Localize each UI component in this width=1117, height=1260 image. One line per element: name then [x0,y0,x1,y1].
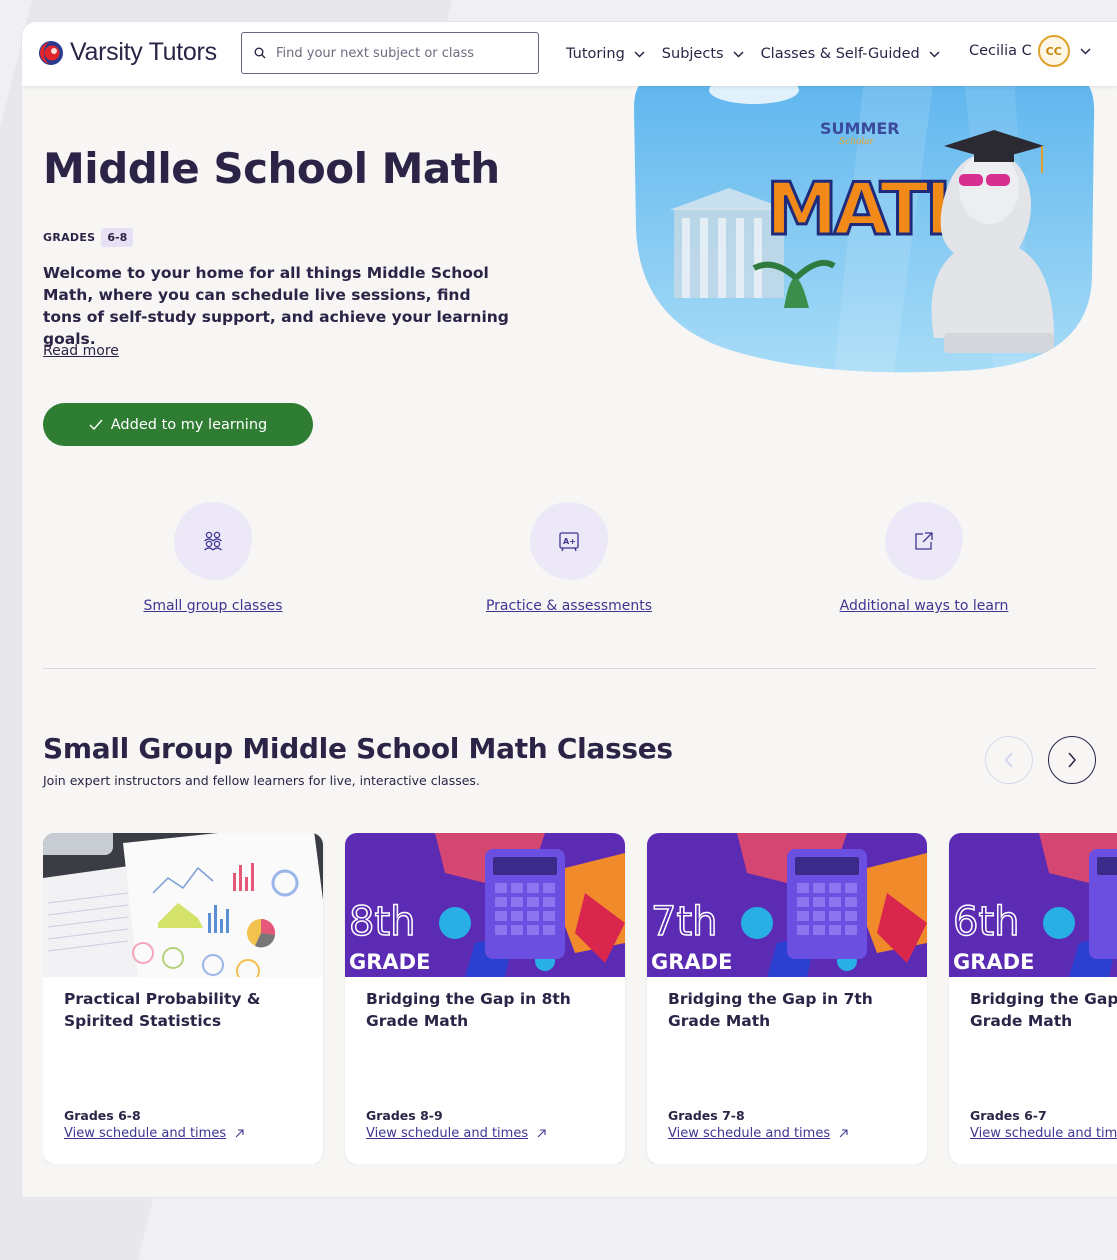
carousel-prev-button[interactable] [985,736,1033,784]
grades-row: GRADES 6-8 [43,228,134,247]
main-nav: Tutoring Subjects Classes & Self-Guided [566,22,957,86]
view-schedule-link[interactable]: View schedule and times [64,1126,244,1141]
card-grades: Grades 7-8 [668,1108,745,1123]
card-image-6th-grade: 6th GRADE [949,833,1117,977]
card-grades: Grades 6-7 [970,1108,1047,1123]
external-link-icon [915,532,933,550]
chevron-right-icon [1068,752,1076,768]
card-image-grade-number: 8th [349,899,415,945]
feature-small-group-classes: Small group classes [63,502,363,614]
class-card[interactable]: 7th GRADE Bridging the Gap in 7th Grade … [647,833,927,1164]
card-title: Bridging the Gap in 7th Grade Math [668,990,873,1030]
card-image-statistics [43,833,323,977]
view-schedule-link[interactable]: View schedule and times [366,1126,546,1141]
nav-classes-label: Classes & Self-Guided [760,46,920,62]
view-schedule-label: View schedule and times [668,1126,831,1141]
check-icon [89,419,103,430]
classes-section-subtitle: Join expert instructors and fellow learn… [43,773,480,788]
grades-label: GRADES [43,231,96,244]
nav-subjects-label: Subjects [661,46,724,62]
view-schedule-link[interactable]: View schedule and times [970,1126,1117,1141]
view-schedule-label: View schedule and times [366,1126,529,1141]
nav-tutoring[interactable]: Tutoring [566,46,645,62]
carousel-next-button[interactable] [1048,736,1096,784]
avatar: CC [1037,35,1070,67]
chevron-down-icon [733,50,744,58]
small-group-classes-link[interactable]: Small group classes [63,598,363,614]
view-schedule-label: View schedule and times [64,1126,227,1141]
arrow-up-right-icon [839,1129,848,1138]
browser-page: Varsity Tutors Tutoring Subjects Classes… [22,22,1117,1197]
practice-assessments-link[interactable]: Practice & assessments [419,598,719,614]
search-box[interactable] [241,32,539,74]
hero-summer-math-image: SUMMER Scholar MATH [634,78,1095,373]
card-grades: Grades 6-8 [64,1108,141,1123]
added-button-label: Added to my learning [110,416,268,433]
feature-blob [174,502,252,580]
nav-subjects[interactable]: Subjects [662,46,744,62]
card-grades: Grades 8-9 [366,1108,443,1123]
grades-badge: 6-8 [101,228,134,247]
card-title: Bridging the Gap in 6th Grade Math [970,990,1117,1030]
user-name: Cecilia C [969,43,1032,59]
additional-ways-link[interactable]: Additional ways to learn [774,598,1074,614]
arrow-up-right-icon [235,1129,244,1138]
section-divider [43,668,1096,669]
hero-description: Welcome to your home for all things Midd… [43,264,509,348]
chevron-down-icon [1080,47,1091,55]
card-image-grade-word: GRADE [953,950,1034,974]
card-image-8th-grade: 8th GRADE [345,833,625,977]
card-image-grade-number: 7th [651,899,717,945]
view-schedule-link[interactable]: View schedule and times [668,1126,848,1141]
hero-image-summer-text: SUMMER [820,119,900,138]
a-plus-icon: A+ [559,532,579,552]
hero-image-scholar-text: Scholar [839,137,875,147]
classes-section-title: Small Group Middle School Math Classes [43,732,673,765]
search-icon [254,47,266,59]
site-header: Varsity Tutors Tutoring Subjects Classes… [22,22,1117,86]
card-title: Practical Probability & Spirited Statist… [64,990,261,1030]
chevron-down-icon [929,50,940,58]
svg-text:A+: A+ [563,537,576,546]
arrow-up-right-icon [537,1129,546,1138]
search-input[interactable] [276,45,516,61]
card-title: Bridging the Gap in 8th Grade Math [366,990,571,1030]
chevron-down-icon [634,50,645,58]
feature-additional-ways: Additional ways to learn [774,502,1074,614]
card-image-grade-word: GRADE [349,950,430,974]
people-group-icon [204,531,222,551]
added-to-my-learning-button[interactable]: Added to my learning [43,403,313,446]
feature-blob: A+ [530,502,608,580]
brand-name: Varsity Tutors [70,38,217,66]
site-logo[interactable]: Varsity Tutors [38,38,217,67]
page-title: Middle School Math [43,144,500,193]
card-image-7th-grade: 7th GRADE [647,833,927,977]
card-image-grade-word: GRADE [651,950,732,974]
card-image-grade-number: 6th [953,899,1019,945]
class-card[interactable]: Practical Probability & Spirited Statist… [43,833,323,1164]
class-cards-carousel: Practical Probability & Spirited Statist… [43,833,1117,1164]
feature-practice-assessments: A+ Practice & assessments [419,502,719,614]
nav-tutoring-label: Tutoring [566,46,625,62]
class-card[interactable]: 8th GRADE Bridging the Gap in 8th Grade … [345,833,625,1164]
view-schedule-label: View schedule and times [970,1126,1117,1141]
class-card[interactable]: 6th GRADE Bridging the Gap in 6th Grade … [949,833,1117,1164]
chevron-left-icon [1005,752,1013,768]
read-more-link[interactable]: Read more [43,343,119,359]
feature-blob [885,502,963,580]
varsity-tutors-logo-icon [39,40,63,65]
user-menu[interactable]: Cecilia C CC [969,35,1091,67]
nav-classes-self-guided[interactable]: Classes & Self-Guided [761,46,940,62]
